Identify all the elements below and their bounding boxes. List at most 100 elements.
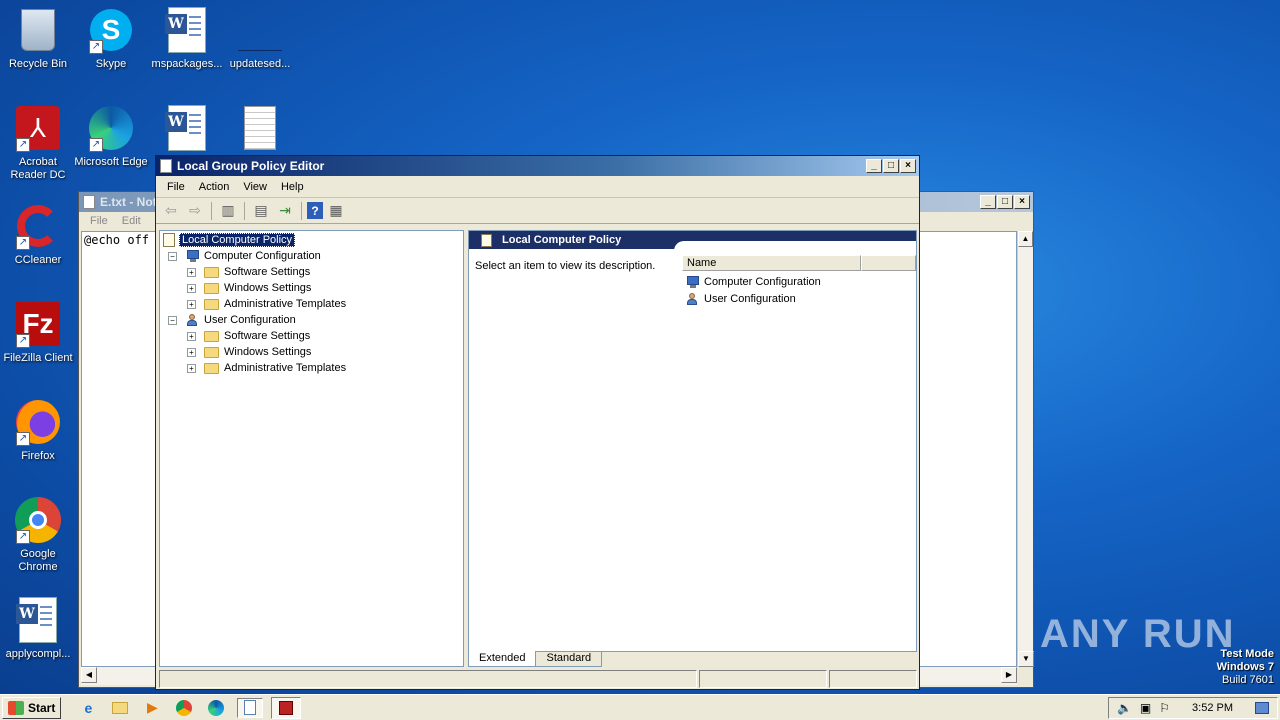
user-icon xyxy=(185,313,200,327)
desktop-icon-label: FileZilla Client xyxy=(3,352,73,364)
volume-icon[interactable]: 🔈 xyxy=(1117,701,1132,715)
tab-standard[interactable]: Standard xyxy=(536,651,603,667)
start-button[interactable]: Start xyxy=(2,696,62,719)
desktop-icon-recycle-bin[interactable]: Recycle Bin xyxy=(0,6,76,71)
maximize-button[interactable]: □ xyxy=(997,195,1013,209)
show-desktop-icon[interactable] xyxy=(1255,702,1269,714)
expand-icon[interactable]: + xyxy=(187,283,196,293)
desktop-icon-label: mspackages... xyxy=(151,58,223,70)
show-hide-tree-icon[interactable]: ▥ xyxy=(217,201,239,221)
tree-item-administrative-templates[interactable]: + Administrative Templates xyxy=(160,296,463,312)
desktop-icon-chrome[interactable]: ↗ Google Chrome xyxy=(0,496,76,574)
gpedit-menubar: File Action View Help xyxy=(156,176,919,198)
tree-item-label: Windows Settings xyxy=(224,282,312,294)
list-column-header: Name xyxy=(682,255,916,271)
tree-item-computer-configuration[interactable]: − Computer Configuration xyxy=(160,248,463,264)
folder-icon xyxy=(204,266,219,278)
tree-item-root[interactable]: Local Computer Policy xyxy=(160,232,463,248)
computer-icon xyxy=(185,249,200,263)
desktop-icon-label: Microsoft Edge xyxy=(74,156,148,168)
desktop-icon-filezilla[interactable]: Fz ↗ FileZilla Client xyxy=(0,300,76,365)
text-document-icon xyxy=(244,106,276,150)
vertical-scrollbar[interactable]: ▲ ▼ xyxy=(1017,231,1034,667)
scroll-down-arrow-icon[interactable]: ▼ xyxy=(1018,651,1034,667)
minimize-button[interactable]: _ xyxy=(980,195,996,209)
desktop-icon-acrobat[interactable]: ⅄ ↗ Acrobat Reader DC xyxy=(0,104,76,182)
expand-icon[interactable]: + xyxy=(187,347,196,357)
desktop-icon-edge[interactable]: ↗ Microsoft Edge xyxy=(73,104,149,169)
notepad-task-icon[interactable] xyxy=(237,697,264,718)
list-item-computer-configuration[interactable]: Computer Configuration xyxy=(685,274,821,290)
edge-icon[interactable] xyxy=(205,698,227,718)
menu-view[interactable]: View xyxy=(236,181,274,193)
menu-help[interactable]: Help xyxy=(274,181,311,193)
chrome-icon[interactable] xyxy=(173,698,195,718)
desktop-icon-updatesed[interactable]: updatesed... xyxy=(222,6,298,71)
export-list-icon[interactable]: ⇥ xyxy=(274,201,296,221)
show-hide-action-pane-icon[interactable]: ▦ xyxy=(325,201,347,221)
expand-icon[interactable]: + xyxy=(187,299,196,309)
forward-arrow-icon[interactable]: ⇨ xyxy=(184,201,206,221)
desktop-icon-skype[interactable]: S ↗ Skype xyxy=(73,6,149,71)
tab-extended[interactable]: Extended xyxy=(468,651,537,667)
desktop-icon-mspackages[interactable]: W mspackages... xyxy=(149,6,225,71)
gpedit-window[interactable]: Local Group Policy Editor _ □ × File Act… xyxy=(155,155,920,690)
desktop-icon-firefox[interactable]: ↗ Firefox xyxy=(0,398,76,463)
gpedit-titlebar[interactable]: Local Group Policy Editor _ □ × xyxy=(156,156,919,176)
tree-item-label: Windows Settings xyxy=(224,346,312,358)
policy-scroll-icon xyxy=(160,159,172,173)
menu-edit[interactable]: Edit xyxy=(115,215,148,227)
menu-file[interactable]: File xyxy=(160,181,192,193)
details-pane[interactable]: Local Computer Policy Select an item to … xyxy=(468,230,917,652)
details-header-curve xyxy=(674,241,916,253)
network-icon[interactable]: ▣ xyxy=(1140,701,1151,715)
minimize-button[interactable]: _ xyxy=(866,159,882,173)
media-player-icon[interactable]: ▶ xyxy=(141,698,163,718)
menu-action[interactable]: Action xyxy=(192,181,237,193)
list-item-user-configuration[interactable]: User Configuration xyxy=(685,291,796,307)
column-header-empty[interactable] xyxy=(861,255,916,271)
tree-item-windows-settings[interactable]: + Windows Settings xyxy=(160,280,463,296)
desktop-icon-text-doc[interactable] xyxy=(222,104,298,156)
desktop-icon-label: Acrobat Reader DC xyxy=(10,156,66,181)
desktop-icon-ccleaner[interactable]: ↗ CCleaner xyxy=(0,202,76,267)
list-item-label: User Configuration xyxy=(704,293,796,305)
tree-item-windows-settings[interactable]: + Windows Settings xyxy=(160,344,463,360)
properties-icon[interactable]: ▤ xyxy=(250,201,272,221)
scroll-up-arrow-icon[interactable]: ▲ xyxy=(1018,231,1033,247)
menu-file[interactable]: File xyxy=(83,215,115,227)
collapse-icon[interactable]: − xyxy=(168,251,177,261)
file-explorer-icon[interactable] xyxy=(109,698,131,718)
folder-icon xyxy=(204,282,219,294)
column-header-name[interactable]: Name xyxy=(682,255,861,271)
scroll-right-arrow-icon[interactable]: ▶ xyxy=(1001,667,1017,683)
details-header-title: Local Computer Policy xyxy=(502,234,622,246)
gpedit-task-icon[interactable] xyxy=(271,696,302,719)
expand-icon[interactable]: + xyxy=(187,267,196,277)
desktop-icon-applycompl[interactable]: W applycompl... xyxy=(0,596,76,661)
console-tree[interactable]: Local Computer Policy − Computer Configu… xyxy=(159,230,464,667)
maximize-button[interactable]: □ xyxy=(883,159,899,173)
action-center-flag-icon[interactable]: ⚐ xyxy=(1159,701,1170,715)
expand-icon[interactable]: + xyxy=(187,363,196,373)
back-arrow-icon[interactable]: ⇦ xyxy=(160,201,182,221)
scroll-left-arrow-icon[interactable]: ◀ xyxy=(81,667,97,683)
user-icon xyxy=(685,292,700,306)
gpedit-toolbar: ⇦ ⇨ ▥ ▤ ⇥ ? ▦ xyxy=(156,198,919,224)
tree-item-software-settings[interactable]: + Software Settings xyxy=(160,328,463,344)
status-cell-main xyxy=(159,670,697,688)
collapse-icon[interactable]: − xyxy=(168,315,177,325)
shortcut-arrow-icon: ↗ xyxy=(16,432,30,446)
desktop-icon-word-doc[interactable]: W xyxy=(149,104,225,156)
toolbar-separator xyxy=(301,201,302,220)
internet-explorer-icon[interactable]: e xyxy=(77,698,99,718)
close-button[interactable]: × xyxy=(1014,195,1030,209)
tree-item-administrative-templates[interactable]: + Administrative Templates xyxy=(160,360,463,376)
tree-item-user-configuration[interactable]: − User Configuration xyxy=(160,312,463,328)
close-button[interactable]: × xyxy=(900,159,916,173)
expand-icon[interactable]: + xyxy=(187,331,196,341)
help-icon[interactable]: ? xyxy=(307,202,323,219)
tree-item-software-settings[interactable]: + Software Settings xyxy=(160,264,463,280)
test-mode-notice: Test Mode Windows 7 Build 7601 xyxy=(1217,648,1274,687)
clock[interactable]: 3:52 PM xyxy=(1192,702,1233,714)
